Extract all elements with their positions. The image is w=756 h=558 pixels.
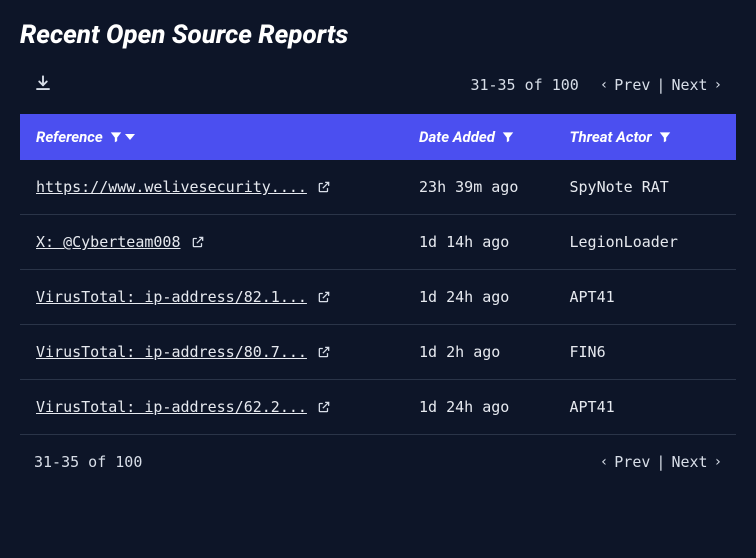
cell-reference: VirusTotal: ip-address/82.1... — [36, 288, 419, 306]
filter-icon — [109, 130, 123, 144]
chevron-right-icon: › — [714, 77, 722, 93]
separator: | — [656, 76, 665, 94]
cell-threat-actor: SpyNote RAT — [570, 178, 720, 196]
download-icon[interactable] — [34, 74, 52, 96]
table-row: VirusTotal: ip-address/62.2... 1d 24h ago… — [20, 380, 736, 435]
table-row: https://www.welivesecurity.... 23h 39m ag… — [20, 160, 736, 215]
cell-threat-actor: FIN6 — [570, 343, 720, 361]
filter-icon — [658, 130, 672, 144]
reference-link[interactable]: VirusTotal: ip-address/82.1... — [36, 288, 307, 306]
column-header-label: Reference — [36, 128, 103, 146]
cell-threat-actor: APT41 — [570, 398, 720, 416]
cell-reference: https://www.welivesecurity.... — [36, 178, 419, 196]
cell-reference: VirusTotal: ip-address/80.7... — [36, 343, 419, 361]
column-header-reference[interactable]: Reference — [36, 128, 419, 146]
cell-threat-actor: LegionLoader — [570, 233, 720, 251]
cell-threat-actor: APT41 — [570, 288, 720, 306]
filter-icon — [501, 130, 515, 144]
external-link-icon — [317, 180, 331, 194]
column-header-date-added[interactable]: Date Added — [419, 128, 569, 146]
pagination-range: 31-35 of 100 — [470, 76, 578, 94]
external-link-icon — [317, 290, 331, 304]
prev-button[interactable]: Prev — [614, 76, 650, 94]
pagination-bottom: 31-35 of 100 ‹ Prev | Next › — [20, 435, 736, 471]
reference-link[interactable]: VirusTotal: ip-address/80.7... — [36, 343, 307, 361]
reference-link[interactable]: https://www.welivesecurity.... — [36, 178, 307, 196]
external-link-icon — [191, 235, 205, 249]
pagination-range: 31-35 of 100 — [34, 453, 142, 471]
cell-reference: VirusTotal: ip-address/62.2... — [36, 398, 419, 416]
external-link-icon — [317, 400, 331, 414]
cell-date-added: 1d 24h ago — [419, 398, 569, 416]
table-row: X: @Cyberteam008 1d 14h agoLegionLoader — [20, 215, 736, 270]
cell-date-added: 23h 39m ago — [419, 178, 569, 196]
caret-down-icon — [125, 134, 135, 140]
cell-reference: X: @Cyberteam008 — [36, 233, 419, 251]
external-link-icon — [317, 345, 331, 359]
reference-link[interactable]: X: @Cyberteam008 — [36, 233, 181, 251]
column-header-label: Threat Actor — [570, 128, 652, 146]
next-button[interactable]: Next — [671, 76, 707, 94]
toolbar: 31-35 of 100 ‹ Prev | Next › — [20, 74, 736, 96]
chevron-right-icon: › — [714, 454, 722, 470]
chevron-left-icon: ‹ — [600, 77, 608, 93]
cell-date-added: 1d 2h ago — [419, 343, 569, 361]
cell-date-added: 1d 14h ago — [419, 233, 569, 251]
table-row: VirusTotal: ip-address/82.1... 1d 24h ago… — [20, 270, 736, 325]
separator: | — [656, 453, 665, 471]
pagination-top: 31-35 of 100 ‹ Prev | Next › — [470, 76, 722, 94]
column-header-label: Date Added — [419, 128, 495, 146]
page-title: Recent Open Source Reports — [20, 20, 736, 50]
prev-button[interactable]: Prev — [614, 453, 650, 471]
table-row: VirusTotal: ip-address/80.7... 1d 2h agoF… — [20, 325, 736, 380]
reference-link[interactable]: VirusTotal: ip-address/62.2... — [36, 398, 307, 416]
column-header-threat-actor[interactable]: Threat Actor — [570, 128, 720, 146]
cell-date-added: 1d 24h ago — [419, 288, 569, 306]
table-header: Reference Date Added Threat Actor — [20, 114, 736, 160]
next-button[interactable]: Next — [671, 453, 707, 471]
chevron-left-icon: ‹ — [600, 454, 608, 470]
reports-table: Reference Date Added Threat Actor https:… — [20, 114, 736, 435]
